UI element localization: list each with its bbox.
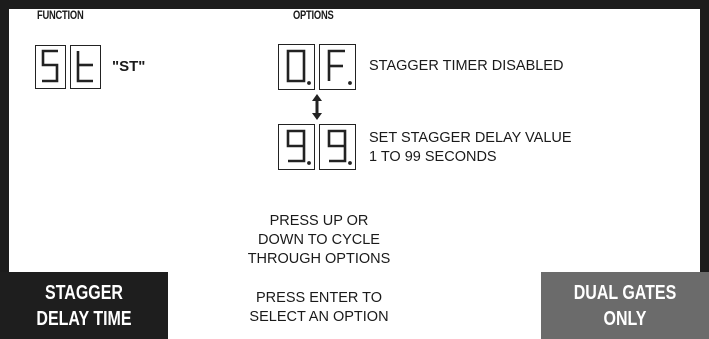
select-instruction-line: PRESS ENTER TO xyxy=(256,290,382,306)
left-box-line: DELAY TIME xyxy=(36,307,132,330)
cycle-instruction-line: PRESS UP OR xyxy=(269,213,369,229)
right-box-line: DUAL GATES xyxy=(573,281,677,304)
option-range-label-line1: SET STAGGER DELAY VALUE xyxy=(369,130,572,146)
seven-segment-digit-0 xyxy=(278,44,315,90)
option-off-label: STAGGER TIMER DISABLED xyxy=(369,58,564,74)
stagger-delay-time-box: STAGGER DELAY TIME xyxy=(0,272,168,339)
function-code: "ST" xyxy=(112,58,146,75)
seven-segment-digit-9-first xyxy=(278,124,315,170)
select-instruction: PRESS ENTER TO SELECT AN OPTION xyxy=(224,289,414,327)
option-range-label-line2: 1 TO 99 SECONDS xyxy=(369,149,497,165)
cycle-instruction-line: THROUGH OPTIONS xyxy=(247,251,391,267)
up-down-arrow-icon xyxy=(312,94,322,120)
right-box-line: ONLY xyxy=(603,307,647,330)
seven-segment-digit-t xyxy=(70,45,101,89)
function-header: FUNCTION xyxy=(37,8,84,22)
options-header: OPTIONS xyxy=(293,8,334,22)
dual-gates-only-box: DUAL GATES ONLY xyxy=(541,272,709,339)
select-instruction-line: SELECT AN OPTION xyxy=(249,309,389,325)
left-box-line: STAGGER xyxy=(45,281,123,304)
seven-segment-digit-F xyxy=(319,44,356,90)
cycle-instruction: PRESS UP OR DOWN TO CYCLE THROUGH OPTION… xyxy=(224,212,414,269)
seven-segment-digit-9-second xyxy=(319,124,356,170)
seven-segment-digit-5 xyxy=(35,45,66,89)
cycle-instruction-line: DOWN TO CYCLE xyxy=(258,232,380,248)
